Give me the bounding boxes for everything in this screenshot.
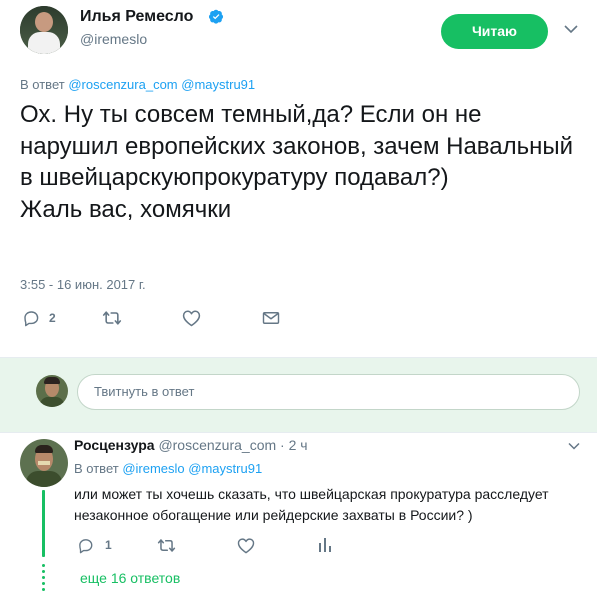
thread-dot — [42, 576, 45, 579]
retweet-icon — [157, 538, 176, 552]
mention-link[interactable]: @iremeslo — [122, 461, 184, 476]
reply-prefix: В ответ — [20, 77, 65, 92]
reply-icon — [79, 538, 93, 553]
retweet-button[interactable] — [157, 535, 176, 555]
like-icon — [237, 537, 255, 553]
like-button[interactable] — [182, 308, 201, 328]
reply-icon — [24, 311, 39, 327]
retweet-icon — [102, 311, 122, 325]
direct-message-button[interactable] — [262, 308, 280, 328]
like-button[interactable] — [237, 535, 255, 555]
retweet-button[interactable] — [102, 308, 122, 328]
mention-link[interactable]: @roscenzura_com — [68, 77, 177, 92]
reply-button[interactable]: 1 — [77, 535, 112, 555]
mention-link[interactable]: @maystru91 — [188, 461, 262, 476]
following-button[interactable]: Читаю — [441, 14, 548, 49]
reply-prefix: В ответ — [74, 461, 119, 476]
thread-connector — [42, 490, 45, 557]
reply-count: 1 — [105, 538, 112, 552]
chevron-down-icon[interactable] — [568, 442, 580, 450]
separator: · — [280, 437, 285, 453]
envelope-icon — [262, 312, 280, 324]
reply-context: В ответ @iremeslo @maystru91 — [74, 461, 262, 476]
tweet-timestamp[interactable]: 3:55 - 16 июн. 2017 г. — [20, 277, 146, 292]
chevron-down-icon[interactable] — [564, 24, 578, 34]
verified-badge-icon — [209, 9, 224, 24]
reply-button[interactable]: 2 — [22, 308, 56, 328]
avatar[interactable] — [20, 439, 68, 487]
tweet-text: или может ты хочешь сказать, что швейцар… — [74, 486, 549, 523]
tweet-time[interactable]: 2 ч — [289, 437, 308, 453]
author-name[interactable]: Росцензура — [74, 437, 155, 453]
analytics-icon — [319, 538, 331, 552]
show-more-replies-link[interactable]: еще 16 ответов — [80, 570, 180, 586]
like-icon — [182, 310, 201, 327]
thread-dot — [42, 582, 45, 585]
author-name[interactable]: Илья Ремесло — [80, 8, 193, 26]
reply-input[interactable]: Твитнуть в ответ — [77, 374, 580, 410]
thread-dot — [42, 570, 45, 573]
tweet-text: Ох. Ну ты совсем темный,да? Если он не н… — [20, 101, 574, 223]
main-tweet: Илья Ремесло @iremeslo Читаю В ответ @ro… — [0, 0, 597, 357]
reply-context: В ответ @roscenzura_com @maystru91 — [20, 77, 255, 92]
thread-dot — [42, 564, 45, 567]
author-handle[interactable]: @iremeslo — [80, 31, 147, 47]
mention-link[interactable]: @maystru91 — [181, 77, 255, 92]
avatar[interactable] — [20, 6, 68, 54]
thread-dot — [42, 588, 45, 591]
reply-author-line: Росцензура @roscenzura_com · 2 ч — [74, 437, 308, 453]
analytics-button[interactable] — [318, 535, 332, 555]
reply-count: 2 — [49, 311, 56, 325]
author-handle[interactable]: @roscenzura_com — [158, 437, 276, 453]
current-user-avatar[interactable] — [36, 375, 68, 407]
